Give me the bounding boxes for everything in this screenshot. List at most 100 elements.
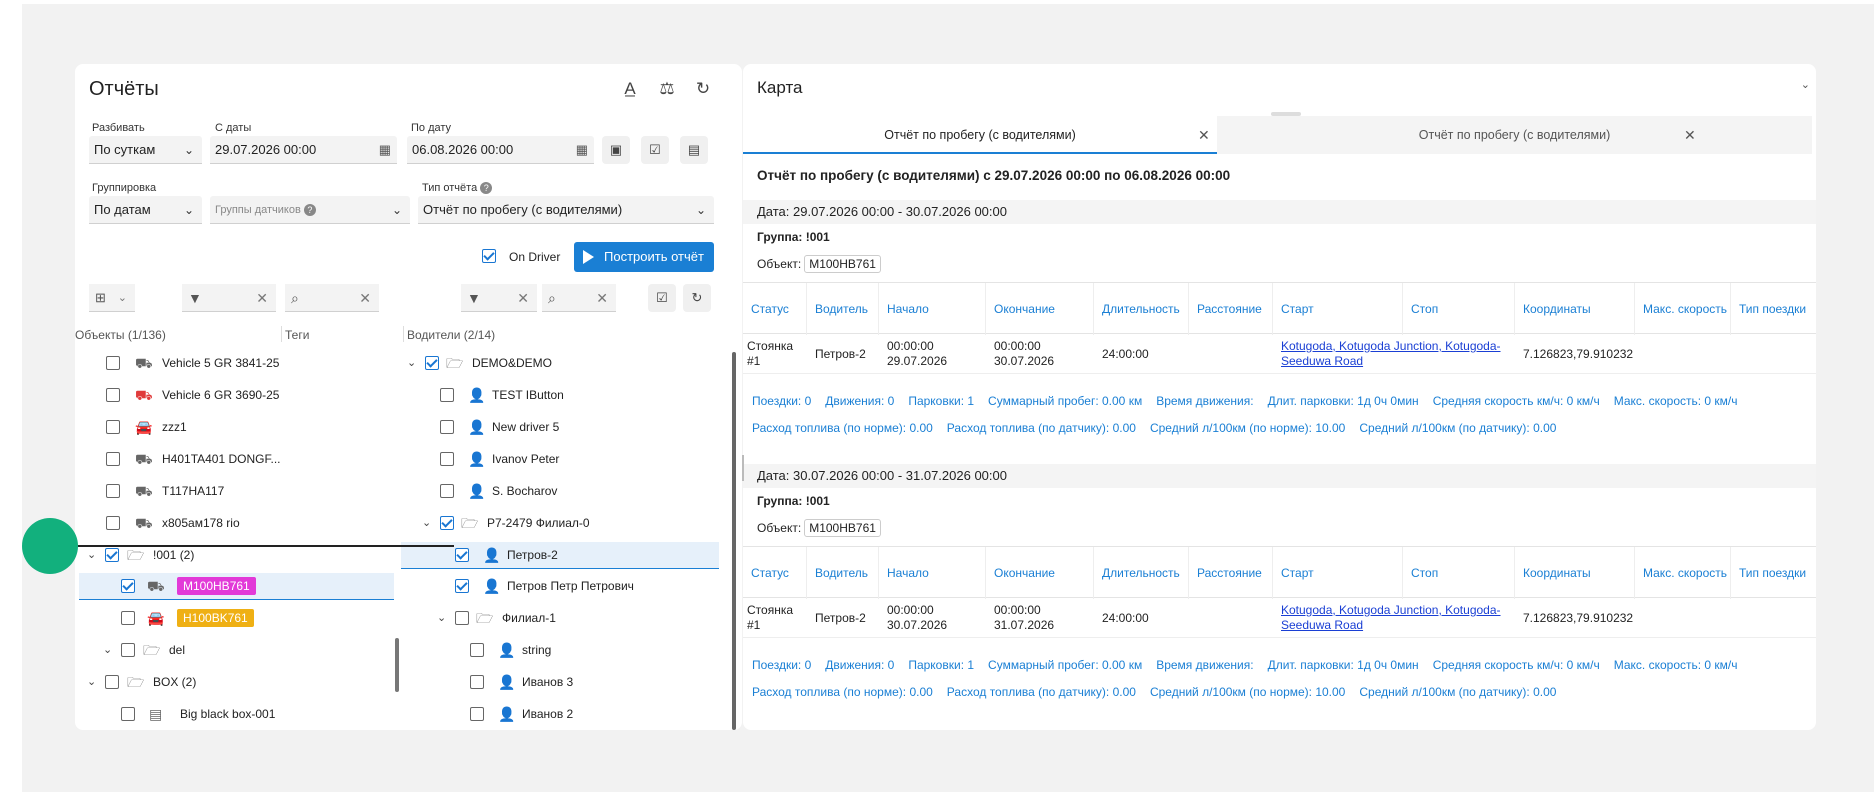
split-select[interactable]: По суткам ⌄ [89,136,202,164]
close-icon[interactable]: ✕ [256,284,268,312]
table-row[interactable]: Стоянка #1 Петров-2 00:00:00 29.07.2026 … [743,334,1816,374]
col-distance[interactable]: Расстояние [1189,283,1273,335]
col-distance[interactable]: Расстояние [1189,547,1273,599]
tab-report-2[interactable]: Отчёт по пробегу (с водителями) ✕ [1217,116,1812,154]
close-icon[interactable]: ✕ [359,284,371,312]
drivers-scrollbar[interactable] [732,352,736,730]
calendar-range-icon[interactable]: ▣ [602,136,630,164]
chevron-down-icon[interactable]: ⌄ [422,510,431,537]
row-checkbox[interactable] [470,643,484,657]
col-end[interactable]: Окончание [986,283,1094,335]
calendar-icon[interactable]: ▦ [379,136,391,164]
object-group-row[interactable]: ⌄ 🗁 BOX (2) [79,669,394,696]
col-stop-place[interactable]: Стоп [1403,547,1515,599]
driver-group-row[interactable]: ⌄ 🗁 P7-2479 Филиал-0 [401,510,719,537]
driver-group-row[interactable]: ⌄ 🗁 Филиал-1 [401,605,719,632]
driver-row[interactable]: 👤 New driver 5 [401,414,719,441]
row-checkbox[interactable] [121,707,135,721]
driver-search-input[interactable]: ⌕ ✕ [542,284,616,312]
row-checkbox[interactable] [105,675,119,689]
close-icon[interactable]: ✕ [1684,116,1696,154]
build-report-button[interactable]: Построить отчёт [574,242,714,272]
calendar-icon[interactable]: ▦ [576,136,588,164]
object-row[interactable]: ⛟ Vehicle 6 GR 3690-25 [79,382,394,409]
chevron-down-icon[interactable]: ⌄ [103,637,112,664]
calendar-check-icon[interactable]: ☑ [641,136,669,164]
driver-row[interactable]: 👤 string [401,637,719,664]
driver-row[interactable]: 👤 Иванов 2 [401,701,719,728]
object-row[interactable]: ⛟ M100HB761 [79,573,394,600]
col-trip-type[interactable]: Тип поездки [1731,547,1816,599]
driver-row[interactable]: 👤 TEST IButton [401,382,719,409]
col-status[interactable]: Статус [743,283,807,335]
driver-row[interactable]: 👤 Петров Петр Петрович [401,573,719,600]
col-max-speed[interactable]: Макс. скорость [1635,547,1731,599]
chevron-down-icon[interactable]: ⌄ [407,350,416,377]
row-checkbox[interactable] [440,516,454,530]
col-start-place[interactable]: Старт [1273,283,1403,335]
sensor-groups-select[interactable]: Группы датчиков ? ⌄ [210,196,410,224]
col-max-speed[interactable]: Макс. скорость [1635,283,1731,335]
driver-row[interactable]: 👤 Иванов 3 [401,669,719,696]
from-date-input[interactable]: 29.07.2026 00:00 ▦ [210,136,397,164]
close-icon[interactable]: ✕ [596,284,608,312]
on-driver-checkbox[interactable] [482,249,496,263]
driver-row[interactable]: 👤 S. Bocharov [401,478,719,505]
objects-scrollbar[interactable] [395,638,399,692]
refresh-icon[interactable]: ↻ [683,284,711,312]
table-row[interactable]: Стоянка #1 Петров-2 00:00:00 30.07.2026 … [743,598,1816,638]
col-driver[interactable]: Водитель [807,547,879,599]
col-start[interactable]: Начало [879,547,986,599]
row-checkbox[interactable] [106,516,120,530]
row-checkbox[interactable] [440,484,454,498]
object-row[interactable]: ⛟ H401TA401 DONGF... [79,446,394,473]
row-checkbox[interactable] [121,579,135,593]
object-filter-input[interactable]: ▼ ✕ [182,284,276,312]
to-date-input[interactable]: 06.08.2026 00:00 ▦ [407,136,594,164]
object-search-input[interactable]: ⌕ ✕ [285,284,379,312]
row-checkbox[interactable] [106,484,120,498]
col-coords[interactable]: Координаты [1515,283,1635,335]
row-checkbox[interactable] [455,548,469,562]
row-checkbox[interactable] [470,675,484,689]
row-checkbox[interactable] [470,707,484,721]
row-checkbox[interactable] [106,452,120,466]
col-trip-type[interactable]: Тип поездки [1731,283,1816,335]
object-row[interactable]: ⛟ T117HA117 [79,478,394,505]
row-checkbox[interactable] [106,356,120,370]
object-row[interactable]: ▤ Big black box-001 [79,701,394,728]
grouping-select[interactable]: По датам ⌄ [89,196,202,224]
row-checkbox[interactable] [455,611,469,625]
report-type-select[interactable]: Отчёт по пробегу (с водителями) ⌄ [418,196,714,224]
row-checkbox[interactable] [121,643,135,657]
chevron-down-icon[interactable]: ⌄ [87,669,96,696]
row-checkbox[interactable] [106,388,120,402]
object-group-row[interactable]: ⌄ 🗁 del [79,637,394,664]
col-coords[interactable]: Координаты [1515,547,1635,599]
driver-row[interactable]: 👤 Ivanov Peter [401,446,719,473]
calendar-minus-icon[interactable]: ▤ [680,136,708,164]
col-status[interactable]: Статус [743,547,807,599]
col-end[interactable]: Окончание [986,547,1094,599]
row-checkbox[interactable] [121,611,135,625]
object-row[interactable]: 🚘 H100BK761 [79,605,394,632]
panel-resize-handle[interactable] [742,455,744,481]
driver-filter-input[interactable]: ▼ ✕ [461,284,537,312]
tab-report-1[interactable]: Отчёт по пробегу (с водителями) ✕ [743,116,1217,154]
driver-group-row[interactable]: ⌄ 🗁 DEMO&DEMO [401,350,719,377]
row-checkbox[interactable] [440,420,454,434]
close-icon[interactable]: ✕ [1198,116,1210,154]
col-duration[interactable]: Длительность [1094,547,1189,599]
close-icon[interactable]: ✕ [517,284,529,312]
col-start[interactable]: Начало [879,283,986,335]
col-stop-place[interactable]: Стоп [1403,283,1515,335]
row-checkbox[interactable] [106,420,120,434]
refresh-icon[interactable]: ↻ [692,78,714,100]
col-driver[interactable]: Водитель [807,283,879,335]
row-checkbox[interactable] [105,548,119,562]
text-format-icon[interactable]: A̲ [619,78,641,100]
balance-scale-icon[interactable]: ⚖ [656,78,678,100]
check-all-icon[interactable]: ☑ [648,284,676,312]
row-checkbox[interactable] [425,356,439,370]
tree-view-select[interactable]: ⊞ ⌄ [89,284,135,312]
